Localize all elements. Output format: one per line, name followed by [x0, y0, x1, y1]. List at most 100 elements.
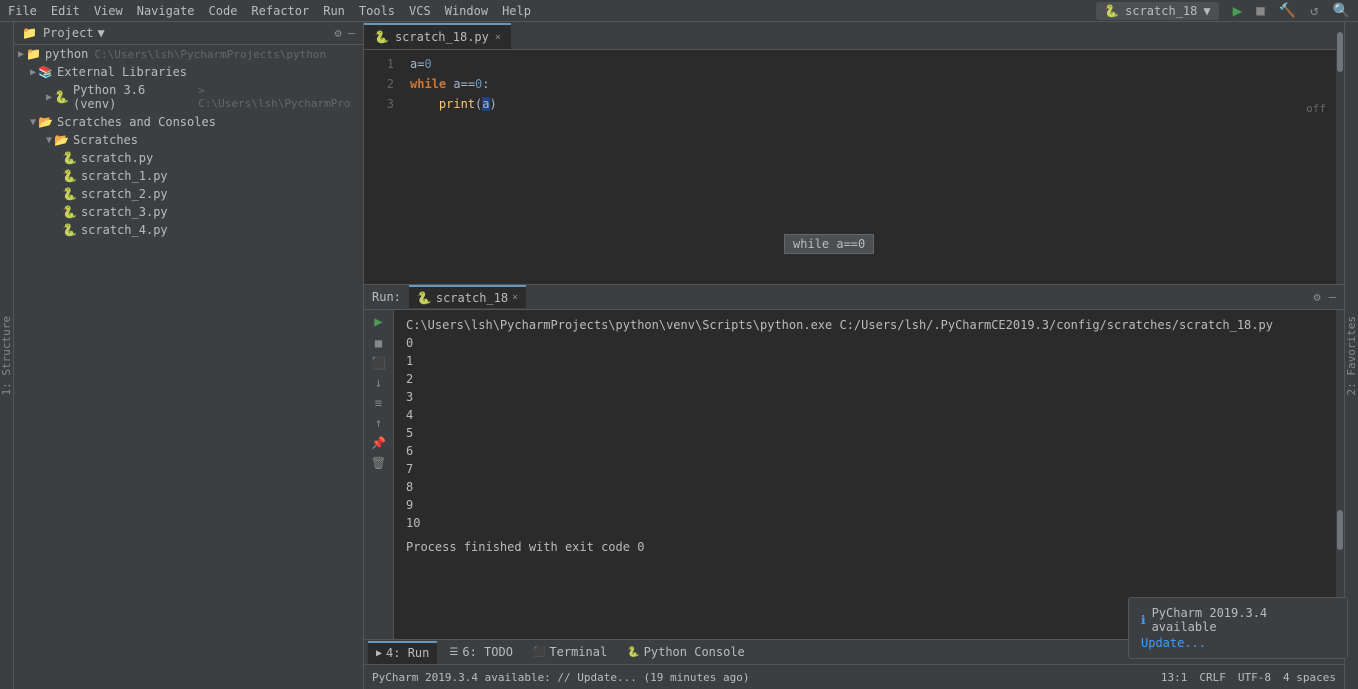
run-config-name-label: scratch_18	[1125, 4, 1197, 18]
output-5: 5	[406, 424, 1324, 442]
indent: 4 spaces	[1283, 671, 1336, 684]
run-label: Run:	[372, 290, 401, 304]
project-title: Project ▼	[43, 26, 329, 40]
soft-wrap-icon[interactable]: ≡	[375, 396, 382, 410]
menu-refactor[interactable]: Refactor	[251, 4, 309, 18]
notification-popup: ℹ PyCharm 2019.3.4 available Update...	[1128, 597, 1348, 659]
notification-update-link[interactable]: Update...	[1141, 636, 1335, 650]
output-7: 7	[406, 460, 1324, 478]
project-settings-icon[interactable]: ⚙	[335, 26, 342, 40]
folder-icon: 📁	[22, 26, 37, 40]
todo-footer-icon: ☰	[449, 647, 458, 658]
tree-item-scratch4-py[interactable]: 🐍 scratch_4.py	[14, 221, 363, 239]
tree-item-scratches-consoles[interactable]: ▼ 📂 Scratches and Consoles	[14, 113, 363, 131]
favorites-label[interactable]: 2: Favorites	[1345, 316, 1358, 395]
build-button[interactable]: 🔨	[1279, 3, 1296, 19]
run-settings-icon[interactable]: ⚙	[1314, 290, 1321, 304]
menu-navigate[interactable]: Navigate	[137, 4, 195, 18]
python-icon: 🐍	[1104, 4, 1119, 18]
line-numbers: 1 2 3	[364, 54, 404, 280]
line-ending: CRLF	[1199, 671, 1226, 684]
rerun-console-icon[interactable]: ⬛	[371, 356, 386, 370]
search-button[interactable]: 🔍	[1333, 3, 1350, 19]
scroll-up-icon[interactable]: ↑	[375, 416, 382, 430]
tree-item-python[interactable]: ▶ 📁 python C:\Users\lsh\PycharmProjects\…	[14, 45, 363, 63]
terminal-footer-icon: ⬛	[533, 647, 545, 658]
editor-tab-close[interactable]: ×	[495, 32, 501, 43]
python-console-footer-label: Python Console	[644, 645, 745, 659]
process-finished-message: Process finished with exit code 0	[406, 538, 1324, 556]
clear-icon[interactable]: 🗑	[371, 456, 386, 470]
stop-button[interactable]: ■	[1256, 3, 1264, 19]
project-minimize-icon[interactable]: —	[348, 26, 355, 40]
editor-tab-scratch18[interactable]: 🐍 scratch_18.py ×	[364, 23, 511, 49]
run-footer-label: 4: Run	[386, 646, 429, 660]
menu-file[interactable]: File	[8, 4, 37, 18]
output-6: 6	[406, 442, 1324, 460]
parameter-hint: while a==0	[784, 234, 874, 254]
editor-scrollbar[interactable]	[1336, 22, 1344, 284]
run-config-selector[interactable]: 🐍 scratch_18 ▼	[1096, 2, 1218, 20]
menu-run[interactable]: Run	[323, 4, 345, 18]
output-9: 9	[406, 496, 1324, 514]
run-config-dropdown-icon: ▼	[1203, 4, 1210, 18]
editor-section: 🐍 scratch_18.py × 1 2 3	[364, 22, 1344, 284]
console-scrollbar[interactable]	[1336, 310, 1344, 639]
console-output: C:\Users\lsh\PycharmProjects\python\venv…	[394, 310, 1336, 639]
output-1: 1	[406, 352, 1324, 370]
run-minimize-icon[interactable]: —	[1329, 290, 1336, 304]
rerun-button[interactable]: ↺	[1310, 3, 1318, 19]
output-0: 0	[406, 334, 1324, 352]
menu-help[interactable]: Help	[502, 4, 531, 18]
cursor-position: 13:1	[1161, 671, 1188, 684]
menu-bar: File Edit View Navigate Code Refactor Ru…	[0, 0, 1358, 22]
menu-edit[interactable]: Edit	[51, 4, 80, 18]
menu-vcs[interactable]: VCS	[409, 4, 431, 18]
menu-window[interactable]: Window	[445, 4, 488, 18]
output-4: 4	[406, 406, 1324, 424]
terminal-footer-label: Terminal	[549, 645, 607, 659]
footer-tab-run[interactable]: ▶ 4: Run	[368, 641, 437, 664]
run-button[interactable]: ▶	[1233, 1, 1243, 20]
code-line-2: while a==0:	[410, 74, 1336, 94]
menu-code[interactable]: Code	[209, 4, 238, 18]
tree-item-scratch3-py[interactable]: 🐍 scratch_3.py	[14, 203, 363, 221]
run-tab-icon: 🐍	[417, 291, 432, 305]
status-bar: PyCharm 2019.3.4 available: // Update...…	[364, 664, 1344, 689]
tree-item-python-venv[interactable]: ▶ 🐍 Python 3.6 (venv) > C:\Users\lsh\Pyc…	[14, 81, 363, 113]
run-tab-close[interactable]: ×	[512, 292, 518, 303]
footer-tab-todo[interactable]: ☰ 6: TODO	[441, 641, 521, 664]
tree-item-scratch2-py[interactable]: 🐍 scratch_2.py	[14, 185, 363, 203]
project-panel: 📁 Project ▼ ⚙ — ▶ 📁 python C:\Users\lsh\…	[14, 22, 364, 689]
menu-view[interactable]: View	[94, 4, 123, 18]
app-window: File Edit View Navigate Code Refactor Ru…	[0, 0, 1358, 689]
editor-area: 🐍 scratch_18.py × 1 2 3	[364, 22, 1336, 284]
pin-icon[interactable]: 📌	[371, 436, 386, 450]
code-line-1: a=0	[410, 54, 1336, 74]
run-tab-icons: ⚙ —	[1314, 290, 1336, 304]
footer-tab-terminal[interactable]: ⬛ Terminal	[525, 641, 615, 664]
structure-label[interactable]: 1: Structure	[0, 316, 13, 395]
run-tab-bar: Run: 🐍 scratch_18 × ⚙ —	[364, 285, 1344, 310]
stop-console-icon[interactable]: ■	[375, 336, 382, 350]
run-tab-scratch18[interactable]: 🐍 scratch_18 ×	[409, 285, 526, 308]
main-body: 1: Structure 📁 Project ▼ ⚙ — ▶ 📁 python	[0, 22, 1358, 689]
project-dropdown-icon[interactable]: ▼	[98, 26, 105, 40]
python-console-footer-icon: 🐍	[627, 647, 639, 658]
run-play-icon[interactable]: ▶	[374, 314, 382, 330]
tree-item-ext-libs[interactable]: ▶ 📚 External Libraries	[14, 63, 363, 81]
run-footer-icon: ▶	[376, 648, 382, 659]
tree-item-scratches-folder[interactable]: ▼ 📂 Scratches	[14, 131, 363, 149]
structure-sidebar: 1: Structure	[0, 22, 14, 689]
menu-tools[interactable]: Tools	[359, 4, 395, 18]
scroll-down-icon[interactable]: ↓	[375, 376, 382, 390]
off-label: off	[1306, 102, 1326, 115]
main-content: 🐍 scratch_18.py × 1 2 3	[364, 22, 1344, 689]
favorites-sidebar: 2: Favorites	[1344, 22, 1358, 689]
notification-title-text: PyCharm 2019.3.4 available	[1152, 606, 1335, 634]
console-area: ▶ ■ ⬛ ↓ ≡ ↑ 📌 🗑 C:\Users\lsh\PycharmProj…	[364, 310, 1344, 639]
output-10: 10	[406, 514, 1324, 532]
tree-item-scratch-py[interactable]: 🐍 scratch.py	[14, 149, 363, 167]
tree-item-scratch1-py[interactable]: 🐍 scratch_1.py	[14, 167, 363, 185]
footer-tab-python-console[interactable]: 🐍 Python Console	[619, 641, 753, 664]
